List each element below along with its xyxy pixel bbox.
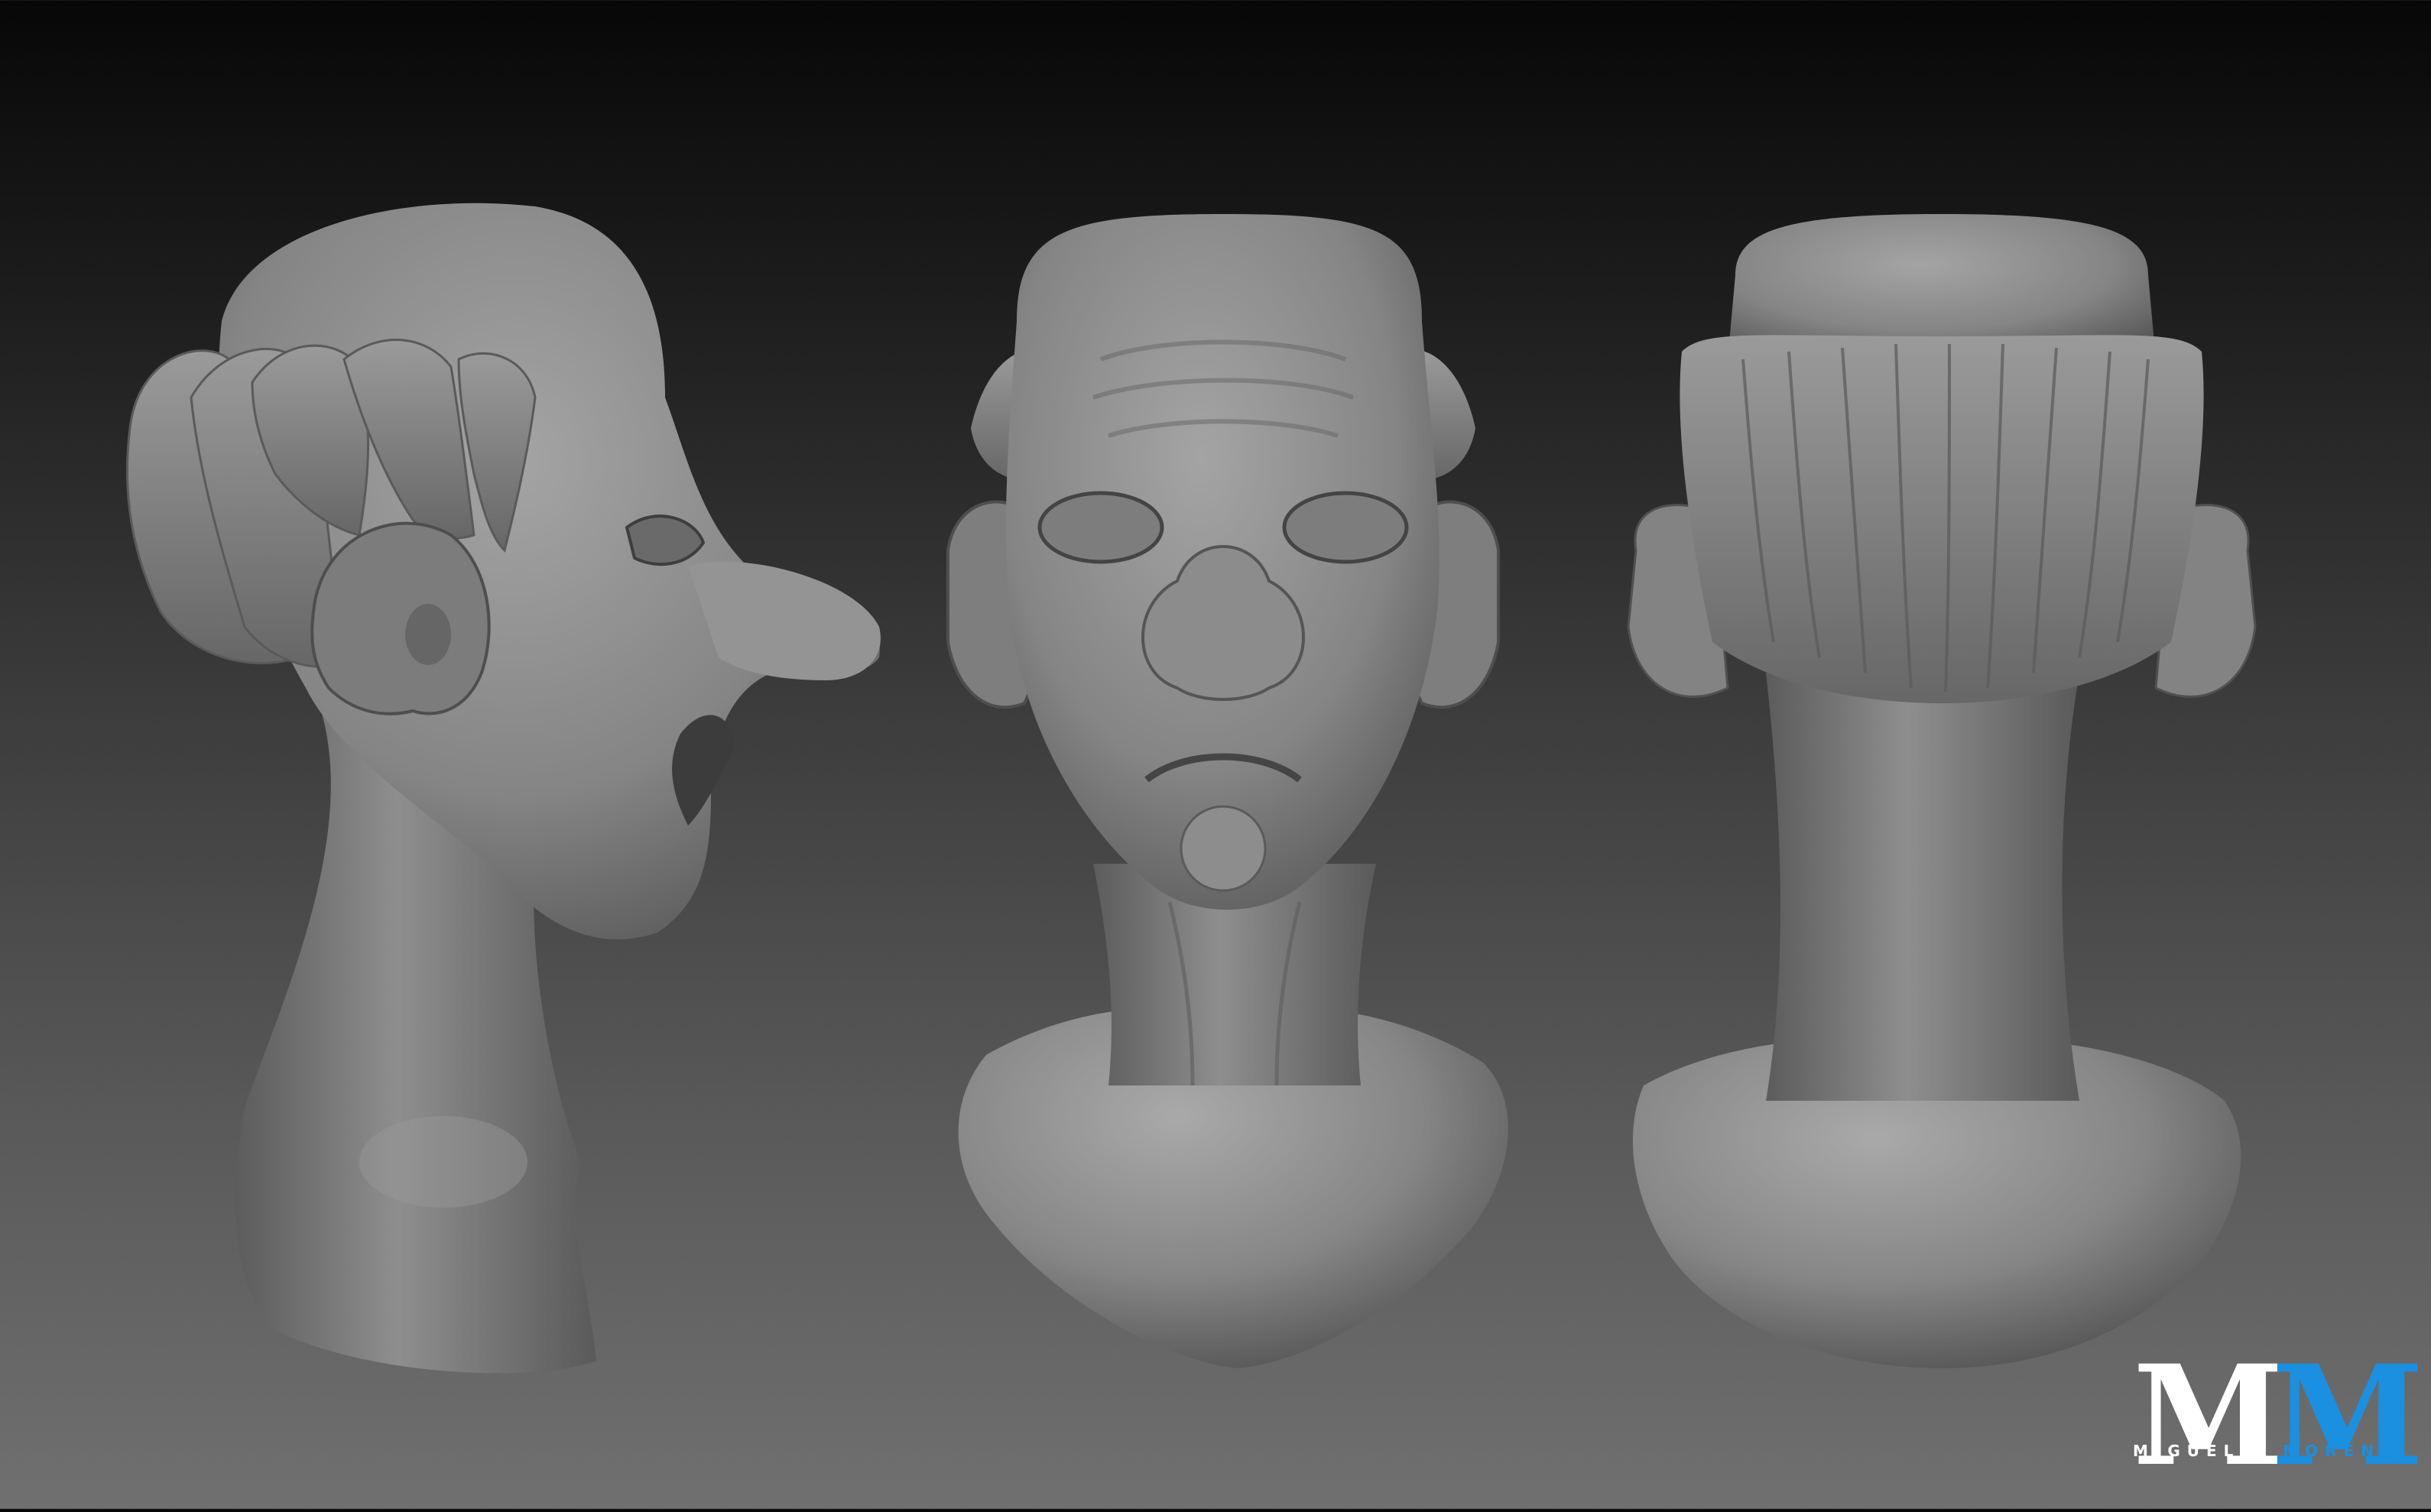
logo-letter-2: M [2271, 1335, 2423, 1497]
side-ear [310, 521, 491, 715]
side-ear-hole [405, 604, 451, 665]
side-view-bust [125, 203, 881, 1374]
sculpt-viewport: MM MIGUEL MORENO [0, 0, 2431, 1509]
front-eye-right [1282, 491, 1409, 564]
logo-last-name: MORENO [2283, 1442, 2400, 1460]
logo-letter-1: M [2133, 1335, 2285, 1497]
front-eye-left [1037, 491, 1164, 564]
logo-first-name: MIGUEL [2133, 1442, 2241, 1460]
front-view-bust [946, 214, 1508, 1368]
back-neck [1766, 673, 2079, 1101]
front-chin [1180, 805, 1267, 892]
back-view-bust [1627, 214, 2257, 1368]
watermark-logo: MM MIGUEL MORENO [2133, 1344, 2424, 1489]
side-collar-highlight [359, 1116, 527, 1208]
sculpt-render [125, 203, 2257, 1374]
